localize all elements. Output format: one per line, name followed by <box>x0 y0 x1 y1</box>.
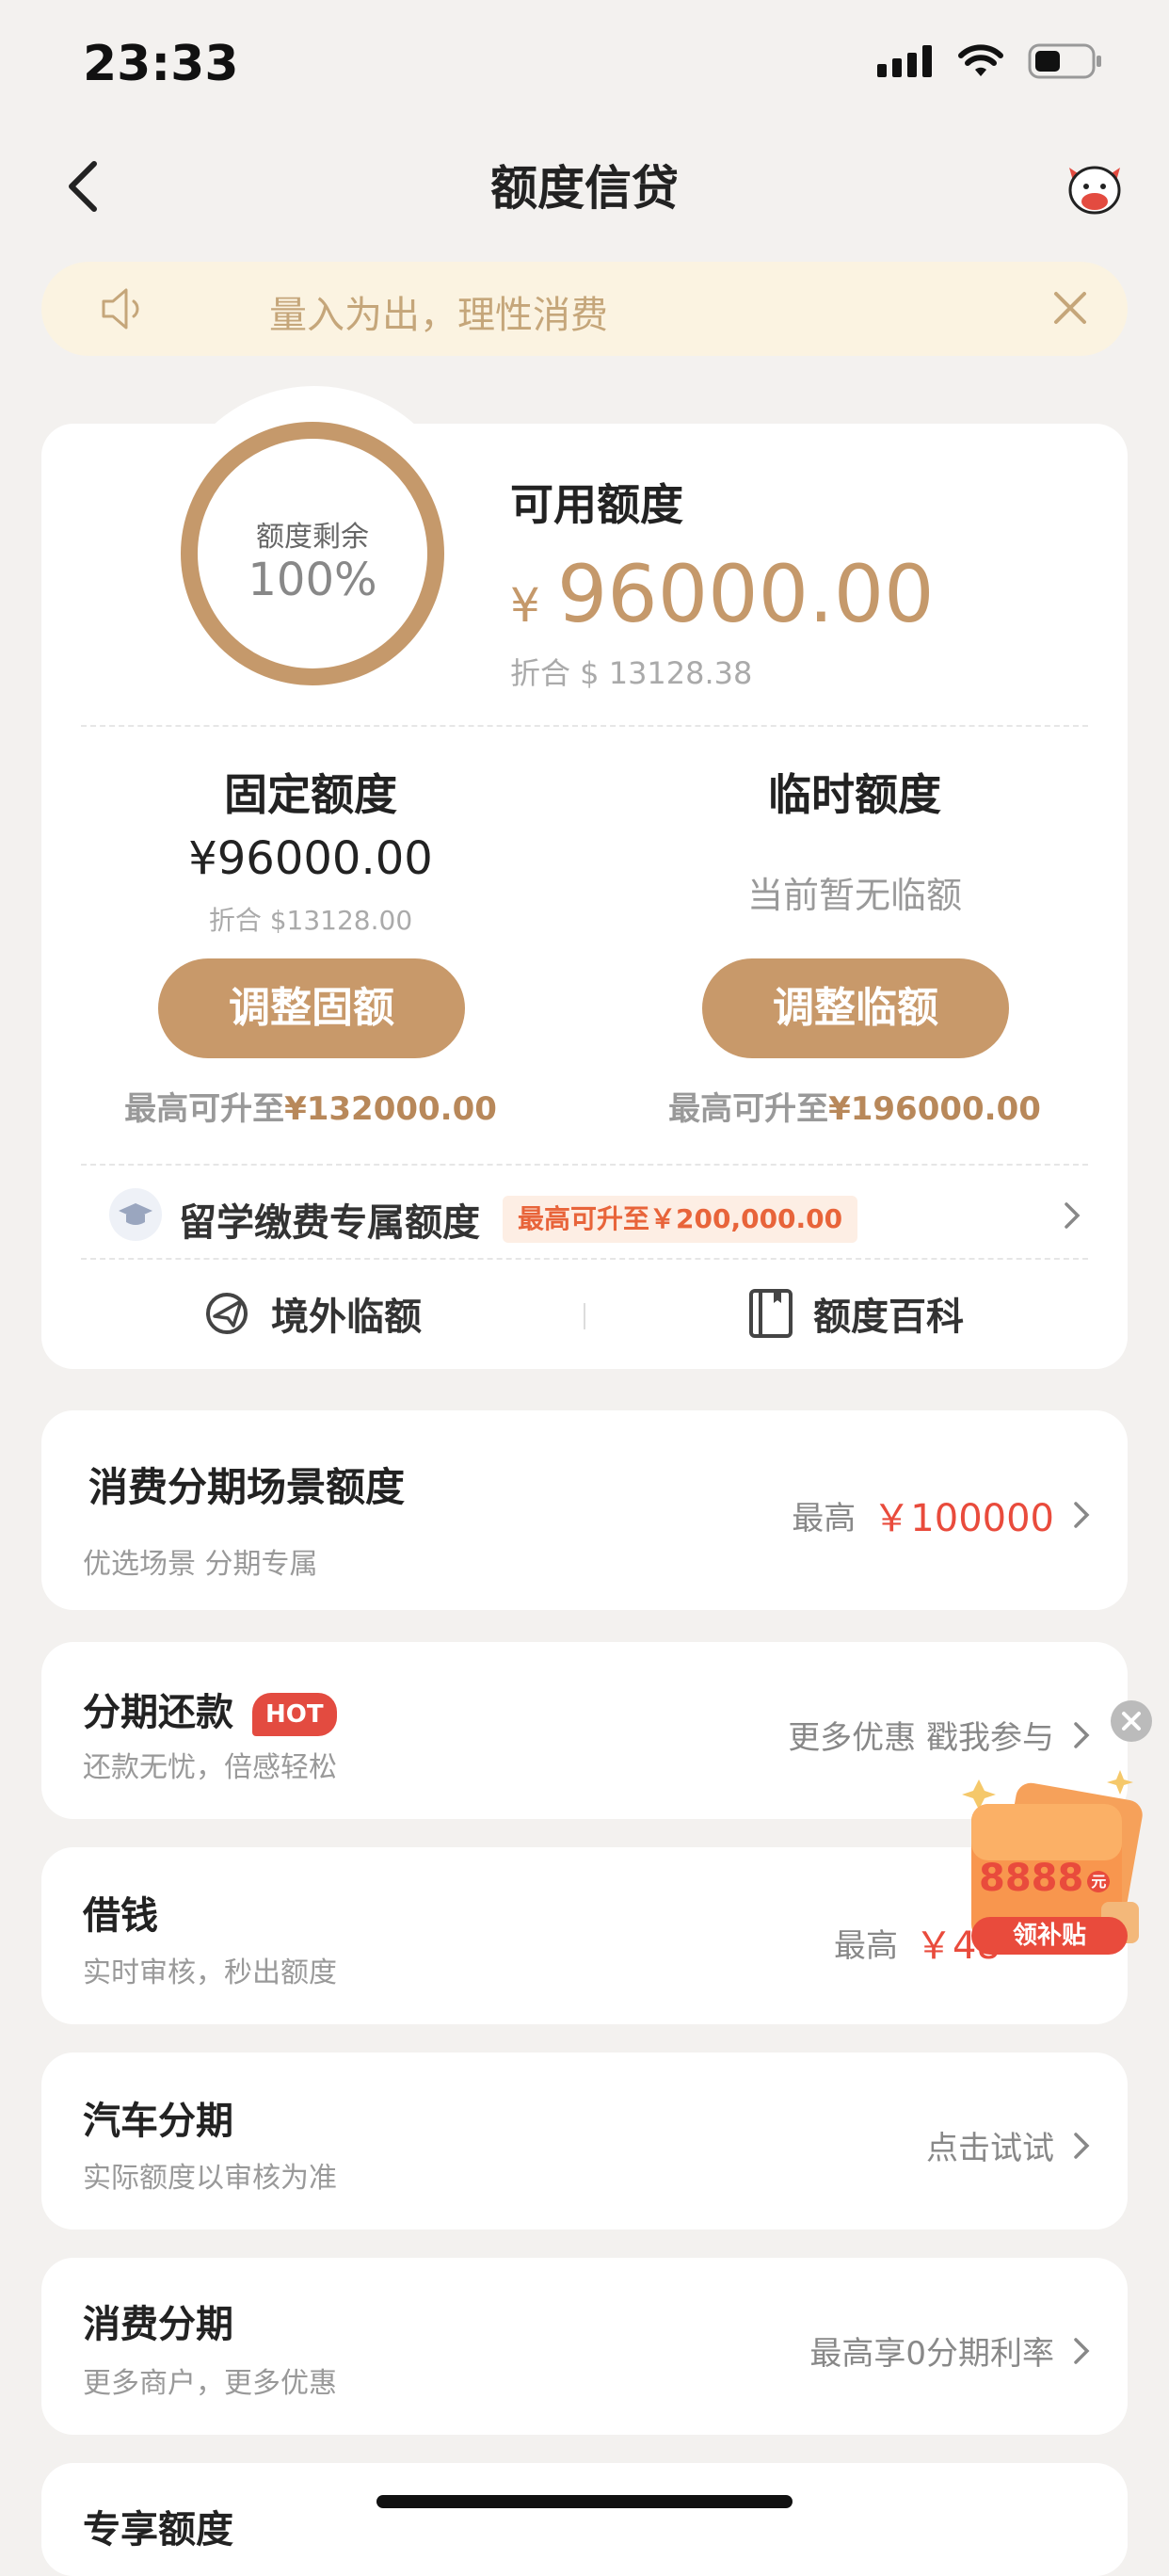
temporary-limit-prefix: 最高可升至 <box>668 1090 829 1128</box>
battery-icon <box>1028 43 1101 79</box>
currency-symbol: ¥ <box>510 578 540 633</box>
status-time: 23:33 <box>83 36 239 92</box>
available-value: 96000.00 <box>556 548 935 640</box>
ring-percent: 100% <box>248 554 377 606</box>
row-right-prefix: 最高 <box>792 1499 857 1538</box>
home-indicator <box>376 2495 793 2508</box>
fixed-limit: 最高可升至¥132000.00 <box>94 1083 527 1129</box>
row-title: 汽车分期 <box>83 2100 233 2143</box>
row-subtitle: 优选场景 分期专属 <box>83 1548 318 1581</box>
row-right: 点击试试 <box>926 2122 1090 2168</box>
row-title: 专享额度 <box>83 2508 233 2552</box>
available-label: 可用额度 <box>510 479 683 530</box>
fixed-limit-value: ¥132000.00 <box>284 1090 497 1128</box>
cellular-signal-icon <box>877 45 932 77</box>
row-right: 更多优惠 戳我参与 <box>788 1712 1090 1758</box>
overseas-temp-label: 境外临额 <box>271 1296 422 1339</box>
fixed-limit-prefix: 最高可升至 <box>124 1090 285 1128</box>
temporary-limit-value: ¥196000.00 <box>828 1090 1041 1128</box>
close-icon <box>1122 1712 1141 1731</box>
plane-icon <box>206 1293 248 1334</box>
chevron-right-icon[interactable] <box>1064 1201 1081 1233</box>
wifi-icon <box>958 44 1003 76</box>
promo-amount-value: 8888 <box>979 1857 1084 1900</box>
available-amount: ¥96000.00 <box>510 548 935 640</box>
row-right: 最高享0分期利率 <box>809 2327 1090 2374</box>
credit-wiki-link[interactable]: 额度百科 <box>747 1286 964 1341</box>
row-title: 分期还款 <box>83 1691 233 1734</box>
chevron-right-icon <box>1074 1721 1090 1748</box>
row-subtitle: 还款无忧，倍感轻松 <box>83 1751 337 1784</box>
fixed-converted: 折合 $13128.00 <box>208 905 413 936</box>
promo-amount: 8888 元 <box>979 1857 1111 1900</box>
credit-wiki-label: 额度百科 <box>813 1296 964 1339</box>
subsidy-promo[interactable]: 8888 元 领补贴 <box>951 1770 1154 1968</box>
divider <box>81 725 1088 727</box>
adjust-fixed-button[interactable]: 调整固额 <box>158 958 465 1058</box>
row-right-text: 最高享0分期利率 <box>809 2335 1054 2373</box>
temporary-limit: 最高可升至¥196000.00 <box>638 1083 1071 1129</box>
hot-badge: HOT <box>252 1693 337 1736</box>
divider <box>81 1164 1088 1166</box>
promo-label: 领补贴 <box>971 1917 1128 1955</box>
graduation-cap-icon <box>109 1188 162 1241</box>
row-right-text: 点击试试 <box>926 2130 1054 2167</box>
row-title: 借钱 <box>83 1894 158 1938</box>
overseas-temp-link[interactable]: 境外临额 <box>201 1286 422 1341</box>
mascot-avatar[interactable] <box>1062 154 1128 220</box>
ring-label: 额度剩余 <box>256 521 369 554</box>
chevron-right-icon <box>1074 2337 1090 2364</box>
chevron-right-icon <box>1074 1502 1090 1528</box>
fixed-title: 固定额度 <box>224 769 397 820</box>
notice-bar: 量入为出，理性消费 <box>41 262 1128 356</box>
study-abroad-badge: 最高可升至￥200,000.00 <box>503 1196 858 1243</box>
promo-close-button[interactable] <box>1111 1700 1152 1742</box>
promo-unit: 元 <box>1087 1871 1111 1892</box>
link-divider <box>584 1303 585 1329</box>
row-right-prefix: 最高 <box>834 1926 898 1965</box>
row-title: 消费分期场景额度 <box>88 1464 406 1510</box>
adjust-temporary-button[interactable]: 调整临额 <box>702 958 1009 1058</box>
status-icons <box>877 43 1103 79</box>
row-subtitle: 实际额度以审核为准 <box>83 2162 337 2195</box>
row-right-value: ￥100000 <box>873 1497 1054 1540</box>
page-title: 额度信贷 <box>490 161 679 216</box>
speaker-icon <box>98 286 147 335</box>
notice-text: 量入为出，理性消费 <box>269 294 608 337</box>
temporary-status: 当前暂无临额 <box>746 875 962 916</box>
cow-mascot-icon <box>1068 166 1121 215</box>
temporary-title: 临时额度 <box>768 769 941 820</box>
study-abroad-label[interactable]: 留学缴费专属额度 <box>179 1192 480 1247</box>
notice-close-icon[interactable] <box>1050 288 1090 331</box>
chevron-right-icon <box>1074 2132 1090 2159</box>
row-right: 最高 ￥100000 <box>792 1488 1090 1542</box>
row-subtitle: 实时审核，秒出额度 <box>83 1956 337 1989</box>
divider <box>81 1258 1088 1260</box>
row-subtitle: 更多商户，更多优惠 <box>83 2367 337 2400</box>
row-right-text: 更多优惠 戳我参与 <box>788 1719 1054 1757</box>
book-icon <box>749 1289 793 1338</box>
fixed-amount: ¥96000.00 <box>188 832 433 885</box>
row-title-wrap: 分期还款 HOT <box>83 1682 337 1736</box>
available-converted: 折合 $ 13128.38 <box>510 655 753 691</box>
row-title: 消费分期 <box>83 2303 233 2346</box>
